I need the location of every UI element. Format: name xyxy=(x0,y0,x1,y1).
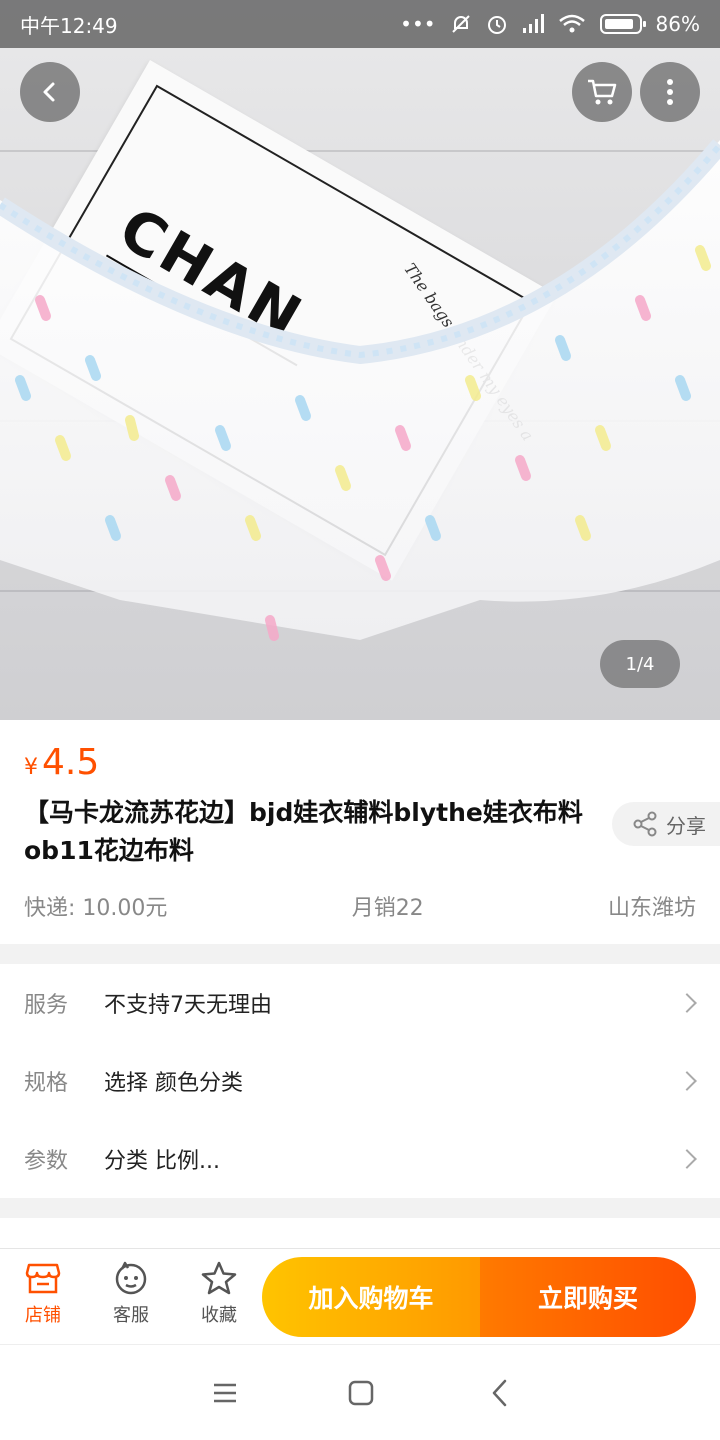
battery-icon xyxy=(599,14,646,34)
mute-bell-icon xyxy=(450,13,472,35)
option-row-service[interactable]: 服务 不支持7天无理由 xyxy=(0,964,720,1042)
option-row-params[interactable]: 参数 分类 比例... xyxy=(0,1120,720,1198)
status-icons: ••• 86% xyxy=(400,12,700,36)
menu-icon xyxy=(214,1383,236,1403)
status-time: 中午12:49 xyxy=(20,13,118,38)
chevron-right-icon xyxy=(677,1149,697,1169)
home-square-icon xyxy=(348,1380,374,1406)
price: ¥ 4.5 xyxy=(24,742,99,783)
product-title: 【马卡龙流苏花边】bjd娃衣辅料blythe娃衣布料ob11花边布料 xyxy=(24,798,583,865)
alarm-icon xyxy=(486,13,508,35)
ship-location: 山东潍坊 xyxy=(607,896,696,921)
star-icon xyxy=(201,1261,237,1295)
service-label: 客服 xyxy=(113,1305,149,1326)
signal-icon xyxy=(522,14,544,34)
buy-now-button[interactable]: 立即购买 xyxy=(480,1257,696,1337)
chevron-right-icon xyxy=(677,993,697,1013)
price-value: 4.5 xyxy=(42,742,100,783)
option-label: 服务 xyxy=(24,993,69,1018)
system-back-button[interactable] xyxy=(480,1375,520,1411)
store-icon xyxy=(25,1263,61,1294)
product-options: 服务 不支持7天无理由 规格 选择 颜色分类 参数 分类 比例... xyxy=(0,964,720,1198)
battery-percent: 86% xyxy=(655,12,700,36)
bottom-action-bar: 店铺 客服 收藏 加入购物车 立即购买 xyxy=(0,1248,720,1344)
chevron-right-icon xyxy=(677,1071,697,1091)
favorite-tab[interactable]: 收藏 xyxy=(179,1261,259,1327)
monthly-sales: 月销22 xyxy=(351,896,424,921)
product-image[interactable]: CHAN The bags under my eyes a xyxy=(0,0,720,720)
share-button[interactable]: 分享 xyxy=(612,802,720,846)
option-value: 选择 颜色分类 xyxy=(104,1071,243,1096)
option-label: 参数 xyxy=(24,1149,69,1174)
image-page-indicator: 1/4 xyxy=(600,640,680,688)
add-to-cart-button[interactable]: 加入购物车 xyxy=(262,1257,480,1337)
back-button[interactable] xyxy=(20,62,80,122)
more-dots-icon: ••• xyxy=(400,12,436,36)
back-arrow-icon xyxy=(43,82,55,102)
option-value: 不支持7天无理由 xyxy=(104,993,272,1018)
store-tab[interactable]: 店铺 xyxy=(3,1261,83,1327)
option-row-spec[interactable]: 规格 选择 颜色分类 xyxy=(0,1042,720,1120)
customer-service-icon xyxy=(115,1261,147,1295)
favorite-label: 收藏 xyxy=(201,1305,237,1326)
back-chevron-icon xyxy=(492,1379,507,1407)
more-button[interactable] xyxy=(640,62,700,122)
cart-icon xyxy=(588,79,617,105)
share-icon xyxy=(633,811,657,837)
shipping-fee: 快递: 10.00元 xyxy=(24,896,168,921)
more-vertical-icon xyxy=(667,79,673,105)
share-label: 分享 xyxy=(666,813,706,838)
status-bar: 中午12:49 ••• 86% xyxy=(0,0,720,48)
home-button[interactable] xyxy=(341,1375,381,1411)
product-meta: 快递: 10.00元 月销22 山东潍坊 xyxy=(24,890,696,922)
next-section-edge xyxy=(0,1218,720,1248)
customer-service-tab[interactable]: 客服 xyxy=(91,1261,171,1327)
system-nav-bar xyxy=(0,1344,720,1440)
store-label: 店铺 xyxy=(25,1305,61,1326)
product-page: CHAN The bags under my eyes a xyxy=(0,0,720,1440)
currency-symbol: ¥ xyxy=(24,755,38,780)
wifi-icon xyxy=(558,14,586,34)
product-info: ¥ 4.5 【马卡龙流苏花边】bjd娃衣辅料blythe娃衣布料ob11花边布料… xyxy=(0,720,720,944)
cart-button[interactable] xyxy=(572,62,632,122)
option-value: 分类 比例... xyxy=(104,1149,220,1174)
option-label: 规格 xyxy=(24,1071,69,1096)
recent-apps-button[interactable] xyxy=(205,1375,245,1411)
